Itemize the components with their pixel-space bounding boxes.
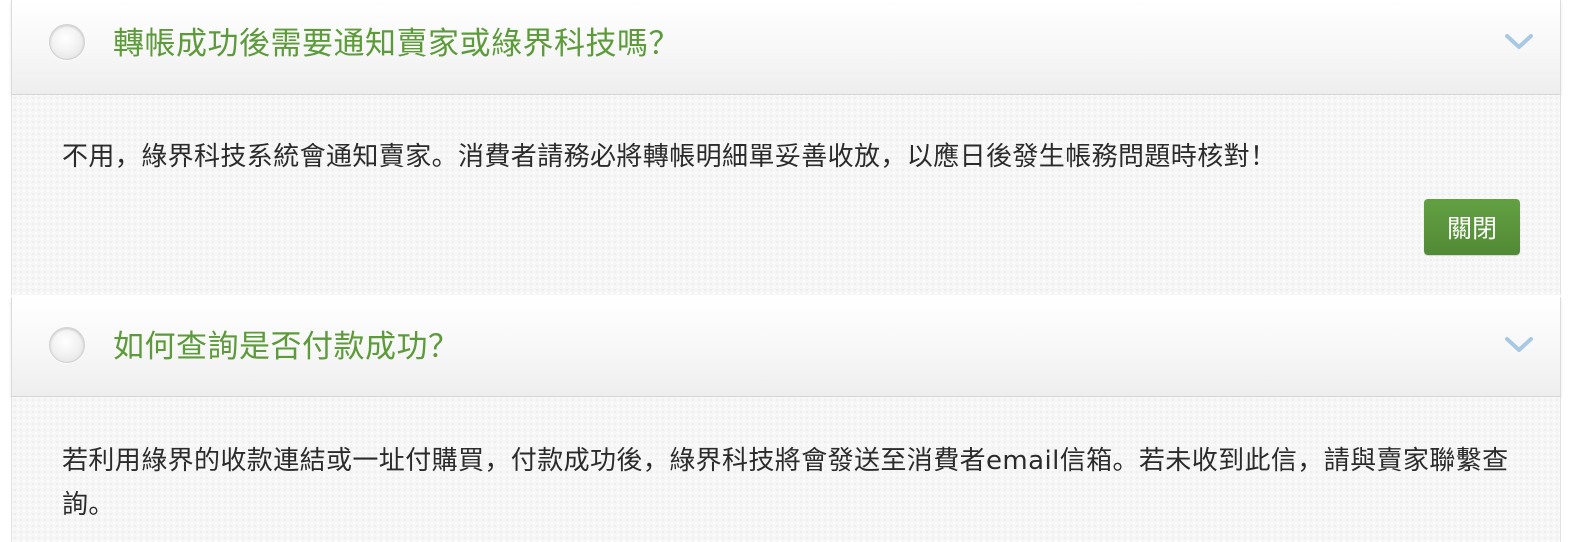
radio-circle-icon[interactable] (49, 327, 85, 363)
faq-question-header[interactable]: 如何查詢是否付款成功？ (11, 297, 1561, 397)
faq-item: 轉帳成功後需要通知賣家或綠界科技嗎？ 不用，綠界科技系統會通知賣家。消費者請務必… (11, 0, 1561, 295)
faq-question-text: 轉帳成功後需要通知賣家或綠界科技嗎？ (113, 26, 680, 62)
faq-answer-panel: 不用，綠界科技系統會通知賣家。消費者請務必將轉帳明細單妥善收放，以應日後發生帳務… (11, 95, 1561, 295)
faq-list: 轉帳成功後需要通知賣家或綠界科技嗎？ 不用，綠界科技系統會通知賣家。消費者請務必… (0, 0, 1571, 542)
radio-circle-icon[interactable] (49, 24, 85, 60)
close-button[interactable]: 關閉 (1424, 199, 1520, 255)
faq-answer-panel: 若利用綠界的收款連結或一址付購買，付款成功後，綠界科技將會發送至消費者email… (11, 397, 1561, 542)
faq-answer-text: 若利用綠界的收款連結或一址付購買，付款成功後，綠界科技將會發送至消費者email… (62, 446, 1509, 520)
chevron-down-icon[interactable] (1504, 336, 1534, 354)
faq-question-header[interactable]: 轉帳成功後需要通知賣家或綠界科技嗎？ (11, 0, 1561, 95)
chevron-down-icon[interactable] (1504, 33, 1534, 51)
faq-item: 如何查詢是否付款成功？ 若利用綠界的收款連結或一址付購買，付款成功後，綠界科技將… (11, 297, 1561, 542)
faq-question-text: 如何查詢是否付款成功？ (113, 329, 460, 365)
faq-answer-text: 不用，綠界科技系統會通知賣家。消費者請務必將轉帳明細單妥善收放，以應日後發生帳務… (62, 142, 1277, 172)
